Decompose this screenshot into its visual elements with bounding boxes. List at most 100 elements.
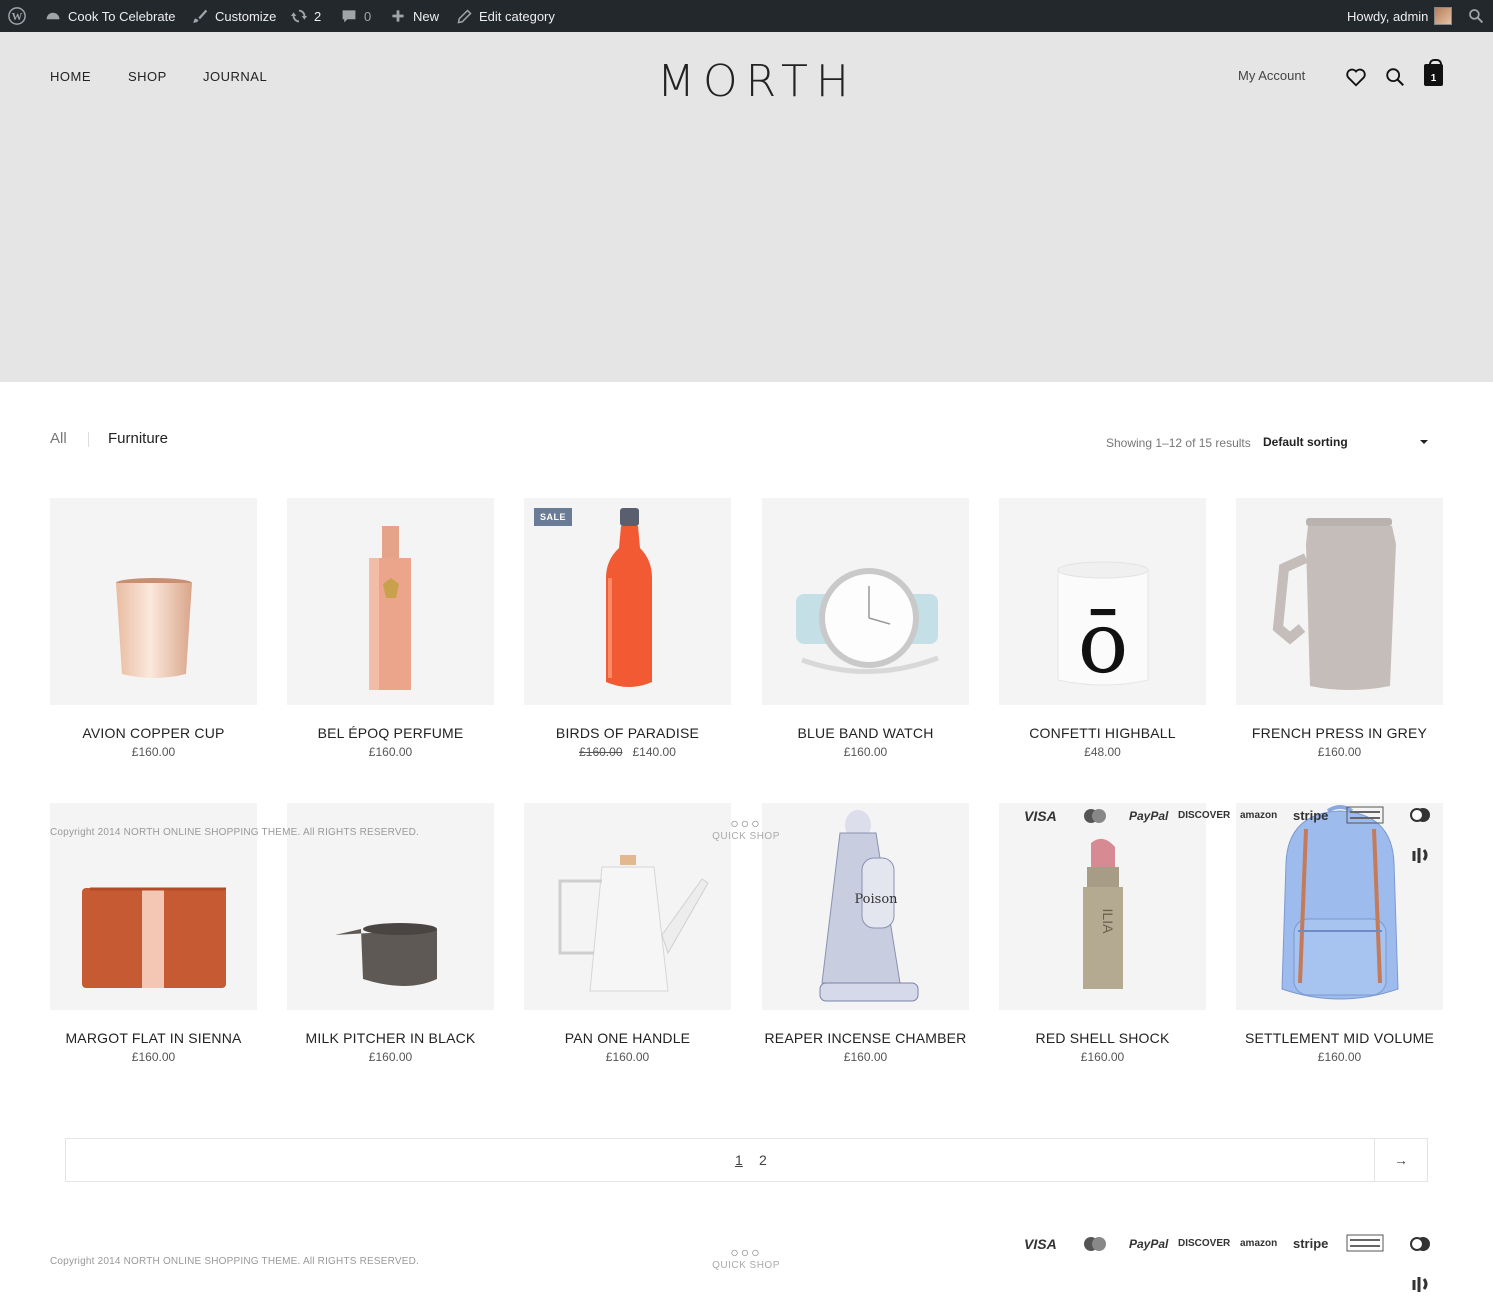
product-image-water-bottle[interactable]: SALE [524,498,731,705]
nav-journal[interactable]: JOURNAL [203,69,267,84]
category-furniture[interactable]: Furniture [108,430,168,447]
site-name-label: Cook To Celebrate [68,8,176,24]
updates-link[interactable]: 2 [290,0,321,32]
product-card[interactable]: ILIA RED SHELL SHOCK £160.00 [999,803,1206,1064]
candle-glyph: ō [1078,594,1129,692]
cart-count: 1 [1430,73,1437,84]
product-card[interactable]: SALE BIRDS OF PARADISE £160.00 £140.00 [524,498,731,759]
sorting-select[interactable]: Default sorting [1263,435,1431,449]
product-image-watch[interactable] [762,498,969,705]
mastercard-icon [1082,808,1108,827]
product-card[interactable]: AVION COPPER CUP £160.00 [50,498,257,759]
product-name[interactable]: AVION COPPER CUP [50,725,257,741]
my-account-menu[interactable]: Howdy, admin [1347,0,1453,32]
page-1-link[interactable]: 1 [735,1152,743,1168]
wishlist-heart-icon[interactable] [1345,66,1367,88]
page-2-link[interactable]: 2 [759,1152,767,1168]
pencil-icon [455,7,473,25]
product-name[interactable]: BIRDS OF PARADISE [524,725,731,741]
product-price: £160.00 [605,1050,650,1064]
category-all[interactable]: All [50,430,67,447]
product-name[interactable]: MILK PITCHER IN BLACK [287,1030,494,1046]
stripe-icon: stripe [1293,1236,1329,1251]
quick-shop-dots-icon: ○○○ [730,1244,762,1260]
search-icon [1467,7,1485,25]
product-name[interactable]: REAPER INCENSE CHAMBER [762,1030,969,1046]
edit-category-label: Edit category [479,8,555,24]
product-old-price: £160.00 [579,745,623,759]
cart-bag-icon[interactable]: 1 [1424,59,1443,86]
customize-link[interactable]: Customize [191,0,276,32]
product-name[interactable]: BLUE BAND WATCH [762,725,969,741]
product-price: £160.00 £140.00 [524,745,731,759]
product-image-reaper[interactable]: Poison [762,803,969,1010]
wordpress-logo-button[interactable]: W [8,0,26,32]
product-image-perfume[interactable] [287,498,494,705]
quick-shop-button[interactable]: ○○○ QUICK SHOP [706,1244,786,1271]
product-image-kettle[interactable] [524,803,731,1010]
product-card[interactable]: BLUE BAND WATCH £160.00 [762,498,969,759]
nav-shop[interactable]: SHOP [128,69,167,84]
paypal-icon: PayPal [1129,809,1169,823]
svg-text:W: W [12,11,23,23]
product-name[interactable]: SETTLEMENT MID VOLUME [1236,1030,1443,1046]
product-price: £160.00 [1080,1050,1125,1064]
admin-search-button[interactable] [1467,0,1485,32]
product-sale-price: £140.00 [632,745,676,759]
american-express-icon [1346,1234,1384,1255]
product-name[interactable]: FRENCH PRESS IN GREY [1236,725,1443,741]
product-card[interactable]: FRENCH PRESS IN GREY £160.00 [1236,498,1443,759]
avatar [1434,7,1453,25]
product-name[interactable]: BEL ÉPOQ PERFUME [287,725,494,741]
sale-badge: SALE [534,508,573,526]
quick-shop-label: QUICK SHOP [712,1260,780,1271]
copyright-text-overlay: Copyright 2014 NORTH ONLINE SHOPPING THE… [50,827,420,838]
dashboard-icon [44,7,62,25]
product-image-french-press[interactable] [1236,498,1443,705]
search-icon[interactable] [1384,66,1406,88]
updates-count: 2 [314,8,322,24]
product-image-lipstick[interactable]: ILIA [999,803,1206,1010]
mastercard-icon [1082,1236,1108,1255]
product-image-backpack[interactable] [1236,803,1443,1010]
wordpress-icon: W [8,7,26,25]
category-separator [88,432,89,447]
quick-shop-label: QUICK SHOP [712,831,780,842]
amazon-icon: amazon [1240,1238,1278,1249]
product-name[interactable]: MARGOT FLAT IN SIENNA [50,1030,257,1046]
product-image-copper-cup[interactable] [50,498,257,705]
product-card[interactable]: PAN ONE HANDLE £160.00 [524,803,731,1064]
product-card[interactable]: SETTLEMENT MID VOLUME £160.00 [1236,803,1443,1064]
product-card[interactable]: Poison REAPER INCENSE CHAMBER £160.00 [762,803,969,1064]
lipstick-glyph: ILIA [1100,909,1116,935]
quick-shop-button-overlay[interactable]: ○○○ QUICK SHOP [706,815,786,842]
product-card[interactable]: ō CONFETTI HIGHBALL £48.00 [999,498,1206,759]
site-name-link[interactable]: Cook To Celebrate [44,0,175,32]
edit-category-link[interactable]: Edit category [455,0,555,32]
product-name[interactable]: PAN ONE HANDLE [524,1030,731,1046]
product-price: £160.00 [843,1050,888,1064]
product-name[interactable]: RED SHELL SHOCK [999,1030,1206,1046]
pagination: 1 2 → [65,1138,1428,1182]
product-card[interactable]: MILK PITCHER IN BLACK £160.00 [287,803,494,1064]
admin-bar: W Cook To Celebrate Customize 2 0 New Ed… [0,0,1493,32]
visa-icon: VISA [1024,1236,1057,1252]
my-account-link[interactable]: My Account [1238,68,1305,83]
product-card[interactable]: BEL ÉPOQ PERFUME £160.00 [287,498,494,759]
comments-link[interactable]: 0 [340,0,371,32]
new-content-link[interactable]: New [389,0,439,32]
comment-bubble-icon [340,7,358,25]
product-image-candle[interactable]: ō [999,498,1206,705]
amazon-icon: amazon [1240,810,1278,821]
product-price: £160.00 [131,1050,176,1064]
quick-shop-dots-icon: ○○○ [730,815,762,831]
product-card[interactable]: MARGOT FLAT IN SIENNA £160.00 [50,803,257,1064]
product-price: £160.00 [368,1050,413,1064]
next-page-button[interactable]: → [1374,1139,1427,1181]
nav-home[interactable]: HOME [50,69,91,84]
comments-count: 0 [364,8,372,24]
product-price: £160.00 [131,745,176,759]
site-logo[interactable]: MORTH [657,56,857,107]
results-count: Showing 1–12 of 15 results [1106,436,1251,450]
product-name[interactable]: CONFETTI HIGHBALL [999,725,1206,741]
